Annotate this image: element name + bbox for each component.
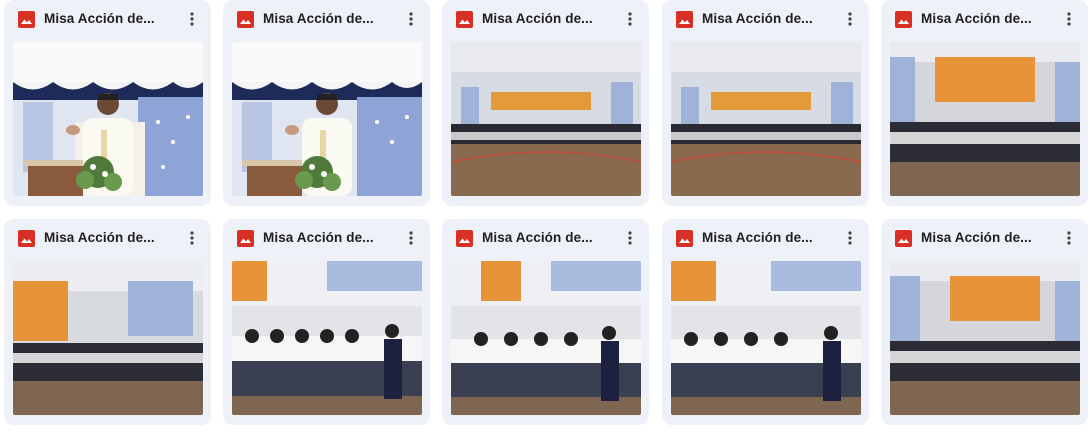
more-options-button[interactable] [1058,227,1080,249]
card-header: Misa Acción de... [662,219,869,259]
file-thumbnail[interactable] [232,42,422,196]
more-vert-icon [628,231,632,245]
file-card[interactable]: Misa Acción de... [442,0,649,206]
more-options-button[interactable] [400,227,422,249]
file-name: Misa Acción de... [482,11,593,26]
file-card[interactable]: Misa Acción de... [881,0,1088,206]
file-grid: Misa Acción de... Misa Acción de... Misa… [0,0,1090,436]
image-icon [456,230,473,247]
image-icon [676,230,693,247]
file-name: Misa Acción de... [702,230,813,245]
card-header: Misa Acción de... [223,0,430,40]
file-thumbnail[interactable] [13,261,203,415]
file-name: Misa Acción de... [702,11,813,26]
more-vert-icon [190,231,194,245]
file-card[interactable]: Misa Acción de... [223,219,430,425]
more-vert-icon [1067,231,1071,245]
file-thumbnail[interactable] [232,261,422,415]
file-thumbnail[interactable] [451,261,641,415]
file-thumbnail[interactable] [890,261,1080,415]
file-name: Misa Acción de... [921,11,1032,26]
file-thumbnail[interactable] [671,261,861,415]
file-name: Misa Acción de... [921,230,1032,245]
card-header: Misa Acción de... [881,0,1088,40]
file-thumbnail[interactable] [13,42,203,196]
more-options-button[interactable] [619,227,641,249]
file-thumbnail[interactable] [451,42,641,196]
more-vert-icon [628,12,632,26]
more-vert-icon [1067,12,1071,26]
file-card[interactable]: Misa Acción de... [442,219,649,425]
image-icon [456,11,473,28]
more-options-button[interactable] [619,8,641,30]
more-options-button[interactable] [839,8,861,30]
card-header: Misa Acción de... [223,219,430,259]
more-vert-icon [848,231,852,245]
card-header: Misa Acción de... [4,219,211,259]
more-vert-icon [409,231,413,245]
card-header: Misa Acción de... [4,0,211,40]
more-vert-icon [409,12,413,26]
more-options-button[interactable] [181,8,203,30]
more-options-button[interactable] [1058,8,1080,30]
file-name: Misa Acción de... [44,230,155,245]
image-icon [676,11,693,28]
more-options-button[interactable] [400,8,422,30]
file-card[interactable]: Misa Acción de... [4,0,211,206]
image-icon [237,11,254,28]
file-card[interactable]: Misa Acción de... [662,219,869,425]
more-options-button[interactable] [181,227,203,249]
file-card[interactable]: Misa Acción de... [223,0,430,206]
file-card[interactable]: Misa Acción de... [662,0,869,206]
file-name: Misa Acción de... [263,11,374,26]
file-card[interactable]: Misa Acción de... [881,219,1088,425]
file-thumbnail[interactable] [890,42,1080,196]
card-header: Misa Acción de... [442,0,649,40]
more-vert-icon [848,12,852,26]
image-icon [237,230,254,247]
image-icon [895,230,912,247]
file-thumbnail[interactable] [671,42,861,196]
image-icon [895,11,912,28]
card-header: Misa Acción de... [442,219,649,259]
file-name: Misa Acción de... [263,230,374,245]
card-header: Misa Acción de... [881,219,1088,259]
more-vert-icon [190,12,194,26]
more-options-button[interactable] [839,227,861,249]
file-name: Misa Acción de... [482,230,593,245]
file-name: Misa Acción de... [44,11,155,26]
file-card[interactable]: Misa Acción de... [4,219,211,425]
image-icon [18,230,35,247]
card-header: Misa Acción de... [662,0,869,40]
image-icon [18,11,35,28]
